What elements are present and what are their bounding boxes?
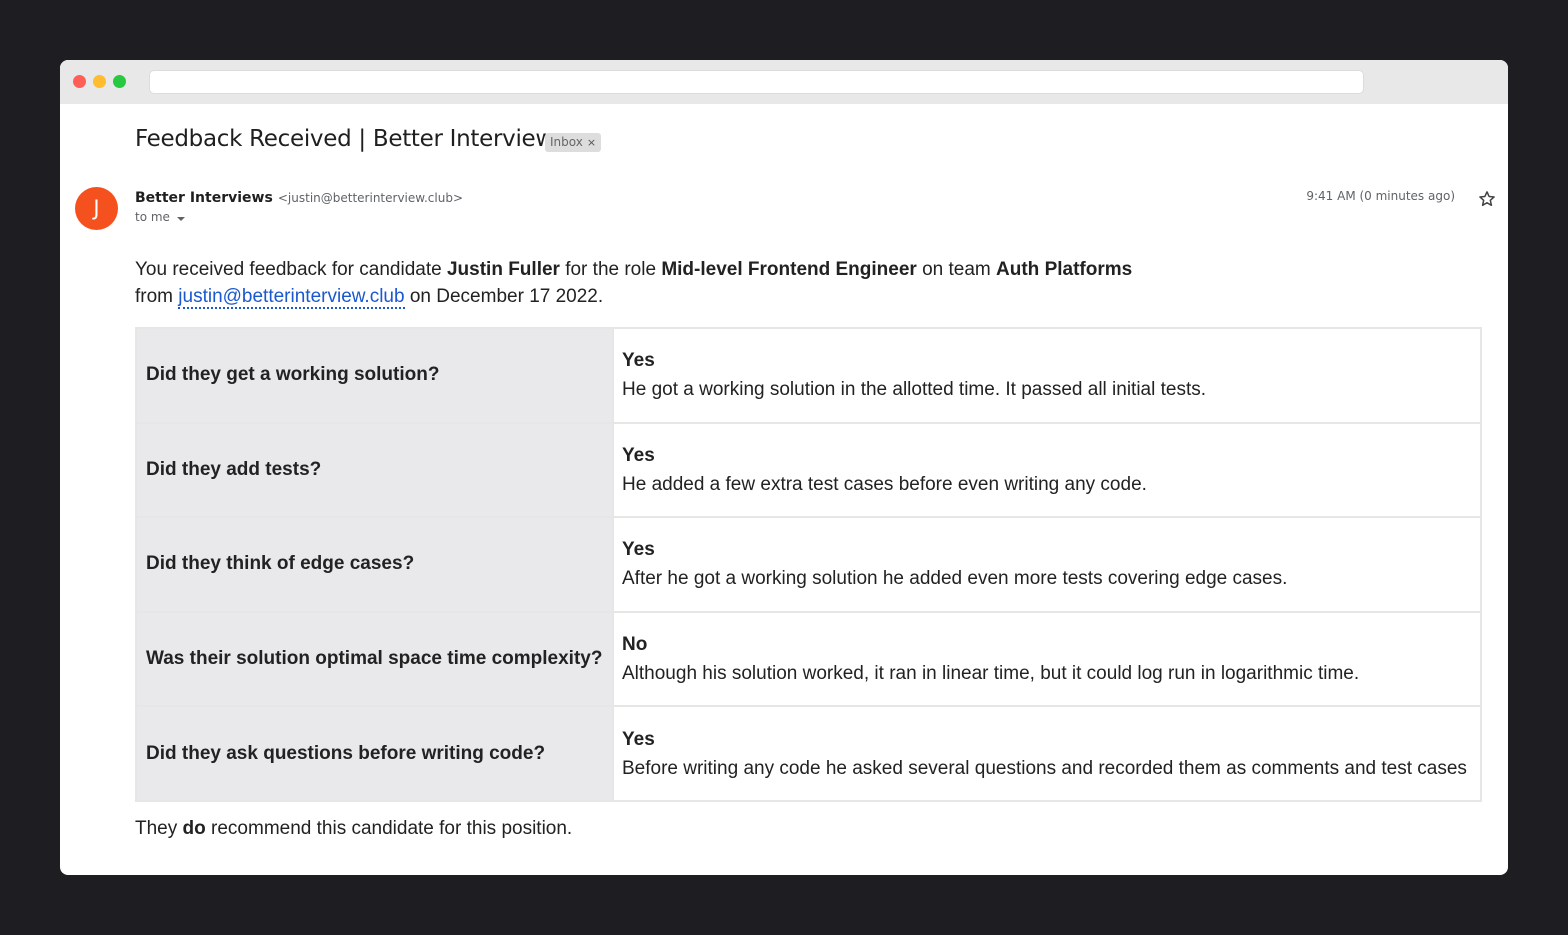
feedback-question: Did they think of edge cases? — [135, 516, 614, 613]
sender-email: <justin@betterinterview.club> — [277, 191, 464, 205]
inbox-label-chip[interactable]: Inbox × — [545, 133, 602, 152]
maximize-window-button[interactable] — [113, 75, 126, 88]
feedback-detail: Although his solution worked, it ran in … — [622, 663, 1360, 685]
address-bar[interactable] — [149, 70, 1364, 94]
sender-avatar[interactable]: J — [75, 187, 118, 230]
feedback-detail: Before writing any code he asked several… — [622, 757, 1467, 779]
table-row: Did they think of edge cases? Yes After … — [135, 516, 1482, 613]
role-name: Mid-level Frontend Engineer — [661, 259, 917, 280]
label-text: Inbox — [550, 135, 583, 149]
recommendation-text: recommend this candidate for this positi… — [205, 818, 573, 839]
email-subject: Feedback Received | Better Interviews — [135, 126, 566, 152]
recommendation-verdict: do — [182, 818, 206, 839]
close-window-button[interactable] — [73, 75, 86, 88]
table-row: Did they add tests? Yes He added a few e… — [135, 421, 1482, 519]
intro-text: for the role — [559, 259, 662, 280]
table-row: Did they get a working solution? Yes He … — [135, 327, 1482, 424]
intro-text: on team — [916, 259, 997, 280]
feedback-answer-cell: Yes After he got a working solution he a… — [612, 516, 1482, 613]
feedback-table: Did they get a working solution? Yes He … — [135, 327, 1482, 802]
recipient-details-toggle[interactable]: to me — [135, 210, 186, 225]
intro-text: You received feedback for candidate — [135, 259, 447, 280]
feedback-answer: Yes — [622, 539, 655, 561]
table-row: Did they ask questions before writing co… — [135, 705, 1482, 802]
email-intro: You received feedback for candidate Just… — [135, 256, 1132, 310]
browser-window: Feedback Received | Better Interviews In… — [60, 60, 1508, 875]
feedback-question: Was their solution optimal space time co… — [135, 610, 614, 708]
feedback-question: Did they ask questions before writing co… — [135, 705, 614, 802]
recommendation: They do recommend this candidate for thi… — [135, 818, 572, 840]
feedback-question: Did they get a working solution? — [135, 327, 614, 424]
sender-name[interactable]: Better Interviews — [135, 190, 273, 206]
feedback-detail: He added a few extra test cases before e… — [622, 473, 1147, 495]
recommendation-text: They — [135, 818, 183, 839]
feedback-answer: No — [622, 634, 648, 656]
team-name: Auth Platforms — [996, 259, 1133, 280]
recipient-label: to me — [135, 210, 170, 224]
email-timestamp: 9:41 AM (0 minutes ago) — [1306, 189, 1455, 203]
feedback-answer-cell: No Although his solution worked, it ran … — [612, 610, 1482, 708]
feedback-answer-cell: Yes He added a few extra test cases befo… — [612, 421, 1482, 519]
reviewer-email-link[interactable]: justin@betterinterview.club — [178, 286, 405, 309]
feedback-detail: He got a working solution in the allotte… — [622, 379, 1207, 401]
remove-label-icon[interactable]: × — [587, 136, 596, 149]
table-row: Was their solution optimal space time co… — [135, 610, 1482, 708]
feedback-answer-cell: Yes He got a working solution in the all… — [612, 327, 1482, 424]
sender-info: Better Interviews <justin@betterintervie… — [135, 187, 463, 206]
feedback-answer: Yes — [622, 728, 655, 750]
minimize-window-button[interactable] — [93, 75, 106, 88]
feedback-answer-cell: Yes Before writing any code he asked sev… — [612, 705, 1482, 802]
star-icon[interactable] — [1478, 190, 1496, 208]
title-bar — [60, 60, 1508, 104]
feedback-question: Did they add tests? — [135, 421, 614, 519]
intro-date: on December 17 2022. — [404, 286, 604, 307]
candidate-name: Justin Fuller — [446, 259, 560, 280]
intro-text: from — [135, 286, 179, 307]
feedback-answer: Yes — [622, 444, 655, 466]
feedback-answer: Yes — [622, 350, 655, 372]
feedback-detail: After he got a working solution he added… — [622, 568, 1288, 590]
chevron-down-icon[interactable] — [176, 211, 186, 225]
